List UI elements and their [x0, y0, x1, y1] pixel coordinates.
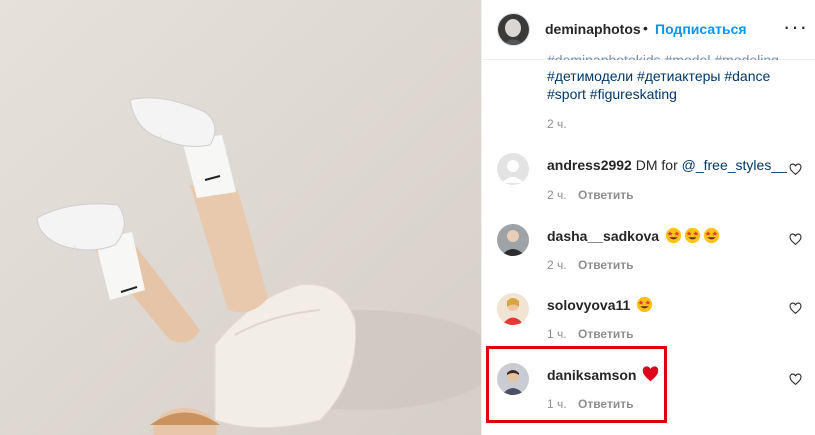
like-heart-icon[interactable]	[789, 373, 802, 386]
comment-time[interactable]: 2 ч.	[547, 258, 567, 272]
comments-panel: deminaphotos • Подписаться ··· #deminaph…	[481, 0, 815, 435]
more-options-icon[interactable]: ···	[783, 14, 808, 40]
comment-mention[interactable]: @_free_styles__	[682, 157, 787, 173]
emoji-group	[663, 227, 720, 244]
star-struck-emoji-icon	[637, 296, 653, 313]
author-username[interactable]: deminaphotos	[545, 21, 641, 37]
comment-time[interactable]: 2 ч.	[547, 188, 567, 202]
caption-hashtags-line2[interactable]: #sport #figureskating	[547, 85, 677, 103]
caption-hashtags-line1[interactable]: #детимодели #детиактеры #dance	[547, 67, 770, 85]
like-heart-icon[interactable]	[789, 302, 802, 315]
reply-button[interactable]: Ответить	[578, 258, 633, 272]
follow-button[interactable]: Подписаться	[655, 21, 747, 37]
comment-text: DM for	[635, 157, 682, 173]
caption-time: 2 ч.	[547, 117, 567, 131]
highlight-box	[486, 346, 667, 423]
star-struck-emoji-icon	[703, 227, 720, 244]
comment-time[interactable]: 1 ч.	[547, 327, 567, 341]
commenter-avatar[interactable]	[497, 153, 529, 185]
star-struck-emoji-icon	[684, 227, 701, 244]
commenter-username[interactable]: dasha__sadkova	[547, 228, 659, 244]
reply-button[interactable]: Ответить	[578, 327, 633, 341]
like-heart-icon[interactable]	[789, 233, 802, 246]
commenter-avatar[interactable]	[497, 224, 529, 256]
star-struck-emoji-icon	[665, 227, 682, 244]
post-photo[interactable]	[0, 0, 481, 435]
author-avatar[interactable]	[497, 13, 530, 46]
separator-dot: •	[643, 20, 648, 36]
caption-hashtags-cut: #deminaphotokids #model #modeling	[547, 52, 779, 60]
reply-button[interactable]: Ответить	[578, 188, 633, 202]
commenter-username[interactable]: solovyova11	[547, 297, 630, 313]
commenter-username[interactable]: andress2992	[547, 157, 632, 173]
like-heart-icon[interactable]	[789, 163, 802, 176]
commenter-avatar[interactable]	[497, 293, 529, 325]
